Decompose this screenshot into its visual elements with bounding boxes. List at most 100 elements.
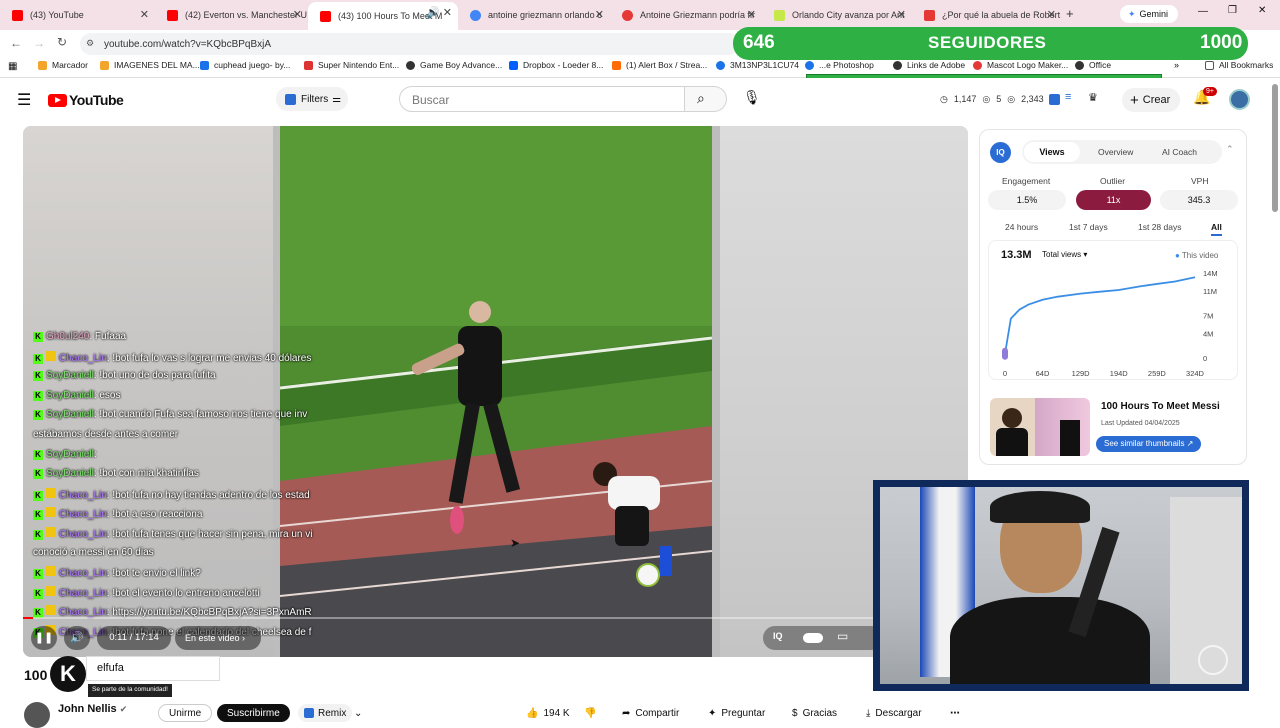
tab-close-icon[interactable]: ✕ bbox=[595, 8, 604, 21]
x-tick-label: 129D bbox=[1072, 369, 1091, 378]
tab-ai-coach[interactable]: AI Coach bbox=[1162, 147, 1197, 157]
reload-icon[interactable]: ↻ bbox=[57, 35, 67, 49]
bookmark-item[interactable]: Office bbox=[1075, 60, 1111, 70]
views-chart: 14M 11M 7M 4M 0 0 64D 129D 194D 259D 324D bbox=[1002, 269, 1218, 378]
site-info-icon[interactable]: ⚙ bbox=[86, 38, 94, 49]
list-icon[interactable]: ≡ bbox=[1065, 91, 1071, 103]
browser-tab[interactable]: Antoine Griezmann podría fir ✕ bbox=[610, 4, 762, 26]
bookmark-item[interactable]: ...e Photoshop bbox=[805, 60, 874, 70]
ask-button[interactable]: ✦ Preguntar bbox=[708, 704, 765, 722]
bookmark-item[interactable]: Mascot Logo Maker... bbox=[973, 60, 1068, 70]
subscribe-button[interactable]: Suscribirme bbox=[217, 704, 290, 722]
avatar[interactable] bbox=[1229, 89, 1250, 110]
browser-tab[interactable]: (42) Everton vs. Manchester U ✕ bbox=[155, 4, 308, 26]
microphone-icon[interactable]: 🎙 bbox=[743, 89, 761, 106]
thanks-button[interactable]: $ Gracias bbox=[792, 704, 837, 722]
chat-username: SoyDaniell bbox=[46, 389, 94, 401]
window-close-icon[interactable]: ✕ bbox=[1258, 5, 1266, 16]
range-28d[interactable]: 1st 28 days bbox=[1138, 222, 1181, 232]
minimize-icon[interactable]: — bbox=[1198, 6, 1208, 17]
video-thumbnail[interactable] bbox=[990, 398, 1090, 456]
page-scrollbar[interactable] bbox=[1272, 84, 1278, 212]
metric-label: VPH bbox=[1191, 176, 1209, 186]
video-player[interactable]: K Gh0ul240: Fufaaa K Chaco_Lin: !bot fufa l… bbox=[23, 126, 968, 657]
bookmark-item[interactable]: Links de Adobe bbox=[893, 60, 965, 70]
browser-tab[interactable]: (43) YouTube ✕ bbox=[0, 4, 155, 26]
chat-text: : !bot con mia khatinflas bbox=[93, 468, 199, 480]
browser-tab[interactable]: ¿Por qué la abuela de Robert ✕ bbox=[912, 4, 1062, 26]
tab-overview[interactable]: Overview bbox=[1098, 147, 1133, 157]
progress-track[interactable] bbox=[23, 617, 968, 619]
dislike-button[interactable]: 👎 bbox=[584, 704, 596, 722]
sub-badge-icon bbox=[46, 350, 56, 361]
chart-card: 13.3M Total views ▾ ● This video 14M 11M 7… bbox=[988, 240, 1238, 380]
more-actions-icon[interactable]: ⋯ bbox=[950, 704, 960, 722]
search-button[interactable]: ⌕ bbox=[685, 86, 727, 112]
all-bookmarks[interactable]: All Bookmarks bbox=[1205, 60, 1273, 70]
search-input[interactable]: Buscar bbox=[399, 86, 685, 112]
range-all[interactable]: All bbox=[1211, 222, 1222, 236]
bookmark-item[interactable]: IMAGENES DEL MA... bbox=[100, 60, 200, 70]
similar-thumbnails-button[interactable]: See similar thumbnails ↗ bbox=[1096, 436, 1202, 452]
bookmark-item[interactable]: cuphead juego- by... bbox=[200, 60, 290, 70]
bookmark-item[interactable]: Dropbox - Loeder 8... bbox=[509, 60, 603, 70]
x-tick-label: 64D bbox=[1036, 369, 1050, 378]
tab-title: Antoine Griezmann podría fir bbox=[640, 10, 756, 20]
pause-button[interactable]: ❚❚ bbox=[31, 626, 57, 650]
remix-dropdown-icon[interactable]: ⌄ bbox=[354, 704, 362, 722]
back-icon[interactable]: ← bbox=[10, 36, 22, 50]
speaker-icon[interactable]: 🔊 bbox=[426, 6, 440, 19]
create-button[interactable]: + Crear bbox=[1122, 88, 1180, 112]
stat-value: 1,147 bbox=[953, 94, 977, 104]
autoplay-toggle[interactable] bbox=[803, 633, 823, 643]
chapter-button[interactable]: En este video › bbox=[175, 626, 261, 650]
tab-close-icon[interactable]: ✕ bbox=[1047, 8, 1056, 21]
trophy-icon[interactable]: ♛ bbox=[1088, 91, 1098, 104]
tab-close-icon[interactable]: ✕ bbox=[897, 8, 906, 21]
collapse-icon[interactable]: ⌃ bbox=[1226, 144, 1234, 155]
restore-icon[interactable]: ❐ bbox=[1228, 5, 1237, 16]
menu-icon[interactable]: ☰ bbox=[17, 90, 31, 110]
new-tab-icon[interactable]: + bbox=[1066, 6, 1074, 21]
tab-close-icon[interactable]: ✕ bbox=[293, 8, 302, 21]
bookmark-item[interactable]: (1) Alert Box / Strea... bbox=[612, 60, 707, 70]
browser-tab[interactable]: Orlando City avanza por Ant ✕ bbox=[762, 4, 912, 26]
address-bar[interactable]: youtube.com/watch?v=KQbcBPqBxjA bbox=[80, 33, 740, 55]
bookmark-item[interactable]: Marcador bbox=[38, 60, 88, 70]
forward-icon[interactable]: → bbox=[33, 36, 45, 50]
bookmark-item[interactable]: Super Nintendo Ent... bbox=[304, 60, 399, 70]
tab-close-icon[interactable]: ✕ bbox=[443, 6, 452, 19]
join-button[interactable]: Unirme bbox=[158, 704, 213, 722]
filters-button[interactable]: Filters ⚌ bbox=[276, 87, 348, 111]
like-button[interactable]: 👍 194 K bbox=[518, 704, 578, 722]
metric-label: Engagement bbox=[1002, 176, 1051, 186]
volume-button[interactable]: 🔊 bbox=[64, 626, 90, 650]
chat-text: : !bot cuando Fufa sea famoso nos tiene … bbox=[93, 409, 308, 421]
bookmark-item[interactable]: Game Boy Advance... bbox=[406, 60, 502, 70]
tab-views[interactable]: Views bbox=[1024, 142, 1080, 162]
range-24h[interactable]: 24 hours bbox=[1005, 222, 1038, 232]
vidiq-icon[interactable] bbox=[1049, 94, 1060, 105]
youtube-logo[interactable]: YouTube bbox=[48, 92, 124, 108]
apps-grid-icon[interactable]: ▦ bbox=[8, 61, 17, 72]
browser-tab[interactable]: antoine griezmann orlando c ✕ bbox=[458, 4, 610, 26]
chat-username: Chaco_Lin bbox=[59, 529, 107, 540]
channel-avatar[interactable] bbox=[24, 702, 50, 728]
views-select[interactable]: Total views ▾ bbox=[1039, 250, 1109, 264]
captions-icon[interactable]: ▭ bbox=[837, 629, 848, 643]
tab-close-icon[interactable]: ✕ bbox=[140, 8, 149, 21]
tab-close-icon[interactable]: ✕ bbox=[747, 8, 756, 21]
vidiq-icon[interactable]: IQ bbox=[773, 631, 783, 641]
vidiq-logo-icon: IQ bbox=[990, 142, 1011, 163]
share-button[interactable]: ➦ Compartir bbox=[622, 704, 679, 722]
more-bookmarks-icon[interactable]: » bbox=[1174, 60, 1179, 70]
chat-message: K Chaco_Lin: !bot fufa tenes que hacer si… bbox=[33, 527, 313, 540]
chat-username: Chaco_Lin bbox=[59, 509, 107, 521]
bookmark-item[interactable]: 3M13NP3L1CU74 bbox=[716, 60, 799, 70]
range-7d[interactable]: 1st 7 days bbox=[1069, 222, 1108, 232]
download-button[interactable]: ⤓ Descargar bbox=[866, 704, 922, 722]
browser-tab-active[interactable]: (43) 100 Hours To Meet M 🔊 ✕ bbox=[308, 2, 458, 30]
remix-button[interactable]: Remix bbox=[298, 704, 353, 722]
channel-name[interactable]: John Nellis ✔ bbox=[58, 703, 127, 715]
gemini-button[interactable]: ✦ Gemini bbox=[1120, 5, 1178, 23]
